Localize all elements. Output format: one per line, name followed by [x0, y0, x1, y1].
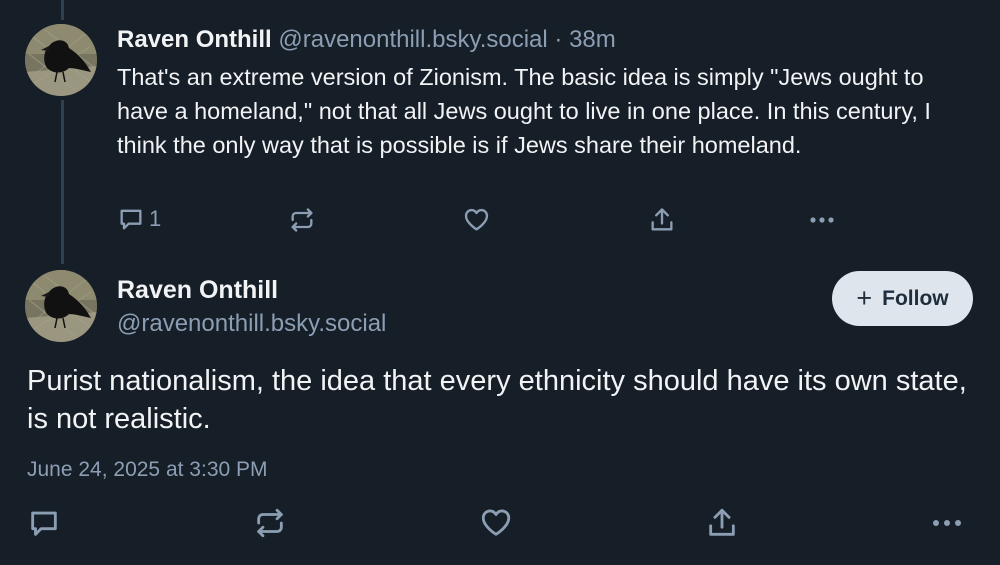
repost-icon [253, 506, 287, 540]
share-button[interactable] [705, 506, 739, 540]
share-icon [705, 506, 739, 540]
repost-icon [288, 206, 316, 234]
post-timestamp: June 24, 2025 at 3:30 PM [27, 458, 268, 481]
post-header: Raven Onthill @ravenonthill.bsky.social … [117, 24, 616, 56]
avatar[interactable] [25, 24, 97, 96]
plus-icon: + [856, 283, 873, 313]
like-button[interactable] [462, 206, 491, 234]
thread-line-top [61, 0, 64, 20]
reply-icon [117, 205, 145, 233]
more-icon [806, 206, 838, 234]
author-name[interactable]: Raven Onthill [117, 273, 278, 307]
reply-button[interactable]: 1 [117, 205, 161, 233]
heart-icon [479, 506, 513, 540]
author-name[interactable]: Raven Onthill [117, 26, 272, 53]
reply-button[interactable] [27, 506, 61, 540]
header-separator: · [554, 26, 563, 53]
avatar[interactable] [25, 270, 97, 342]
more-button[interactable] [928, 506, 966, 540]
more-button[interactable] [806, 206, 838, 234]
reply-count: 1 [149, 206, 162, 231]
more-icon [928, 506, 966, 540]
reply-icon [27, 506, 61, 540]
repost-button[interactable] [288, 206, 316, 234]
author-handle[interactable]: @ravenonthill.bsky.social [117, 307, 386, 341]
follow-button[interactable]: + Follow [832, 271, 973, 326]
author-handle[interactable]: @ravenonthill.bsky.social [278, 26, 547, 53]
post-text: That's an extreme version of Zionism. Th… [117, 64, 931, 158]
follow-label: Follow [882, 286, 949, 310]
heart-icon [462, 206, 491, 234]
thread-line-bottom [61, 100, 64, 264]
post-text: Purist nationalism, the idea that every … [27, 365, 967, 435]
repost-button[interactable] [253, 506, 287, 540]
like-button[interactable] [479, 506, 513, 540]
share-button[interactable] [648, 206, 676, 234]
post-age[interactable]: 38m [569, 26, 616, 53]
share-icon [648, 206, 676, 234]
